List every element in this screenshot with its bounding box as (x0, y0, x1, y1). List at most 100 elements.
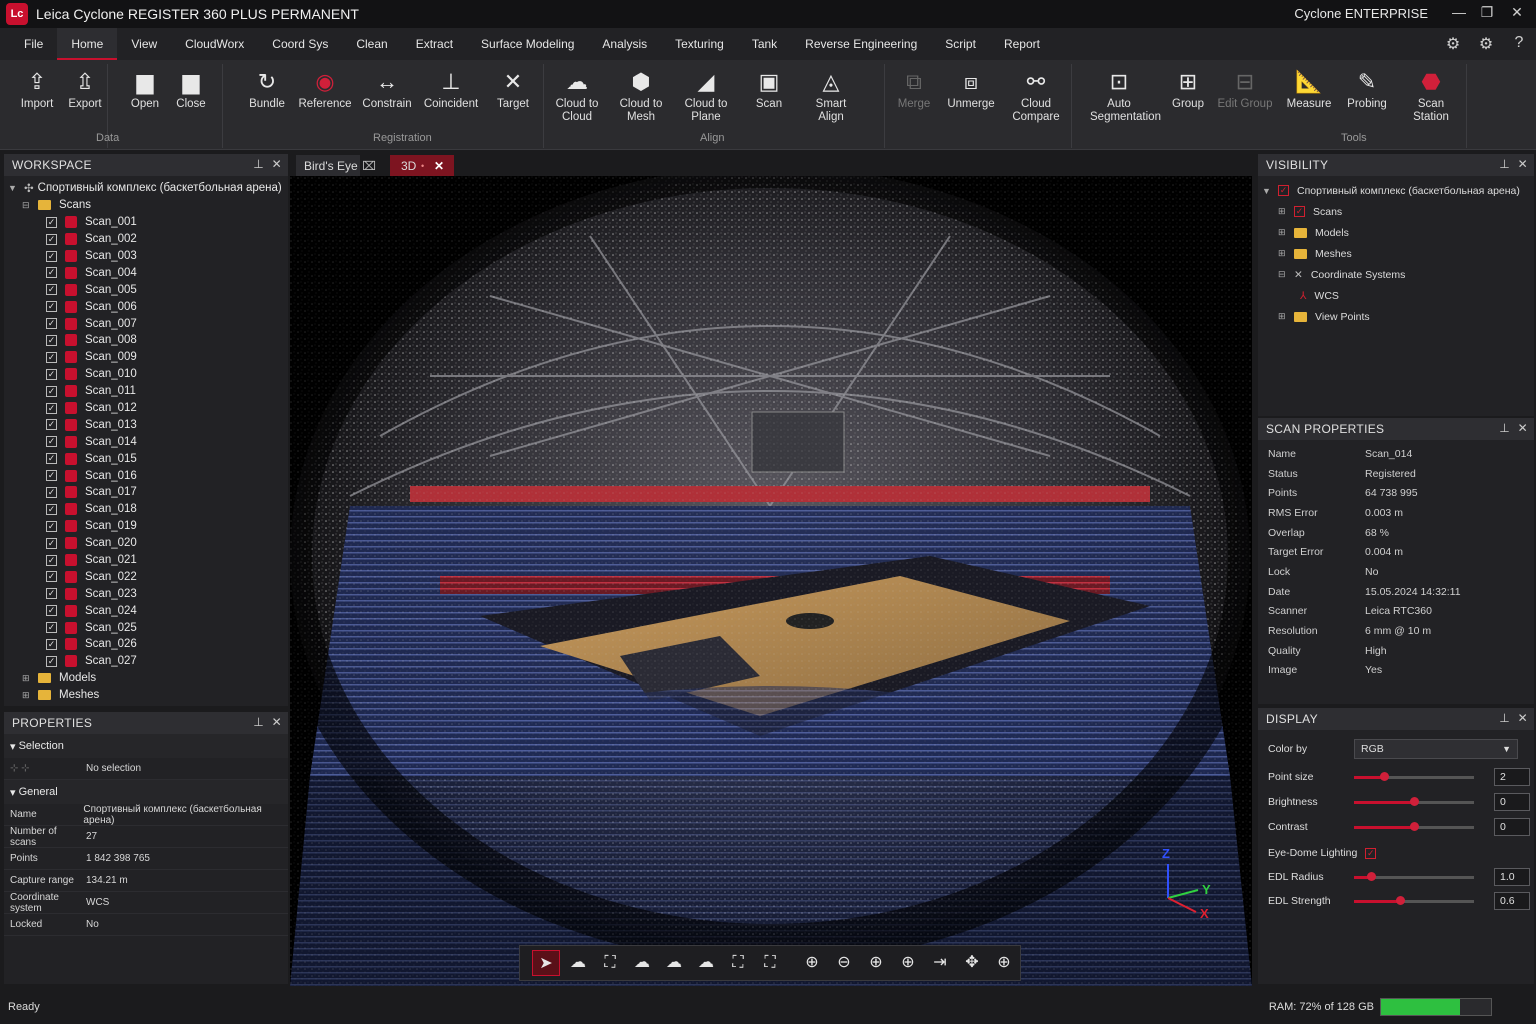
scan-checkbox[interactable]: ✓ (46, 622, 57, 634)
close-icon[interactable]: ✕ (272, 715, 282, 729)
reference-button[interactable]: ◉ Reference (294, 66, 356, 111)
scan-checkbox[interactable]: ✓ (46, 486, 57, 498)
collapse-icon[interactable]: ⊟ (1278, 269, 1288, 280)
tree-scan-item[interactable]: ✓ Scan_026 (8, 636, 288, 653)
scan-checkbox[interactable]: ✓ (46, 588, 57, 600)
tree-scan-item[interactable]: ✓ Scan_017 (8, 484, 288, 501)
expand-icon[interactable]: ⊞ (22, 673, 32, 684)
zoom-window-icon[interactable]: ⊕ (862, 950, 890, 976)
cloud-to-plane-button[interactable]: ◢ Cloud to Plane (675, 66, 737, 124)
visibility-checkbox[interactable]: ✓ (1294, 206, 1305, 217)
restore-icon[interactable]: ❐ (1476, 4, 1498, 24)
menu-view[interactable]: View (117, 28, 171, 60)
edl-strength-slider[interactable] (1354, 895, 1474, 905)
menu-script[interactable]: Script (931, 28, 990, 60)
tree-scan-item[interactable]: ✓ Scan_025 (8, 619, 288, 636)
select-icon[interactable]: ➤ (532, 950, 560, 976)
menu-coord-sys[interactable]: Coord Sys (258, 28, 342, 60)
expand-icon[interactable]: ⊞ (1278, 248, 1288, 259)
tree-scan-item[interactable]: ✓ Scan_009 (8, 349, 288, 366)
menu-report[interactable]: Report (990, 28, 1054, 60)
menu-extract[interactable]: Extract (402, 28, 467, 60)
menu-home[interactable]: Home (57, 28, 118, 60)
visibility-project-row[interactable]: ▼ ✓ Спортивный комплекс (баскетбольная а… (1262, 180, 1534, 201)
tree-scan-item[interactable]: ✓ Scan_016 (8, 467, 288, 484)
tree-scan-item[interactable]: ✓ Scan_006 (8, 298, 288, 315)
tree-scan-item[interactable]: ✓ Scan_004 (8, 264, 288, 281)
slider-handle[interactable] (1380, 771, 1389, 781)
menu-analysis[interactable]: Analysis (588, 28, 661, 60)
unmerge-button[interactable]: ⧈ Unmerge (940, 66, 1002, 111)
cloud-to-cloud-button[interactable]: ☁ Cloud to Cloud (546, 66, 608, 124)
collapse-icon[interactable]: ⊟ (22, 200, 32, 211)
scan-checkbox[interactable]: ✓ (46, 436, 57, 448)
scan-checkbox[interactable]: ✓ (46, 351, 57, 363)
cloud-select-icon[interactable]: ☁ (628, 950, 656, 976)
edl-checkbox[interactable]: ✓ (1365, 847, 1377, 859)
help-icon[interactable]: ? (1508, 34, 1530, 56)
brightness-slider[interactable] (1354, 796, 1474, 806)
scan-checkbox[interactable]: ✓ (46, 334, 57, 346)
tree-scan-item[interactable]: ✓ Scan_019 (8, 518, 288, 535)
collapse-icon[interactable]: ▼ (8, 183, 18, 193)
tab-birds-eye[interactable]: Bird's Eye ⌧ (296, 155, 376, 177)
cloud-zoom-icon[interactable]: ☁ (692, 950, 720, 976)
visibility-row-view-points[interactable]: ⊞ View Points (1262, 306, 1534, 327)
slider-handle[interactable] (1410, 796, 1419, 806)
coincident-button[interactable]: ⊥ Coincident (420, 66, 482, 111)
menu-surface-modeling[interactable]: Surface Modeling (467, 28, 588, 60)
scan-checkbox[interactable]: ✓ (46, 216, 57, 228)
tree-scan-item[interactable]: ✓ Scan_018 (8, 501, 288, 518)
pan-icon[interactable]: ✥ (958, 950, 986, 976)
menu-file[interactable]: File (10, 28, 57, 60)
menu-reverse-engineering[interactable]: Reverse Engineering (791, 28, 931, 60)
visibility-row-meshes[interactable]: ⊞ Meshes (1262, 243, 1534, 264)
smart-align-button[interactable]: ◬ Smart Align (800, 66, 862, 124)
tree-scans-folder[interactable]: ⊟ Scans (8, 197, 288, 214)
scan-checkbox[interactable]: ✓ (46, 638, 57, 650)
target-button[interactable]: ✕ Target (482, 66, 544, 111)
measure-button[interactable]: 📐 Measure (1278, 66, 1340, 111)
visibility-row-scans[interactable]: ⊞ ✓ Scans (1262, 201, 1534, 222)
close-icon[interactable]: ✕ (1506, 4, 1528, 24)
constrain-button[interactable]: ↔ Constrain (356, 66, 418, 111)
tree-scan-item[interactable]: ✓ Scan_011 (8, 383, 288, 400)
scan-checkbox[interactable]: ✓ (46, 385, 57, 397)
expand-icon[interactable]: ⛶ (756, 950, 784, 976)
tree-scan-item[interactable]: ✓ Scan_007 (8, 315, 288, 332)
tree-scan-item[interactable]: ✓ Scan_005 (8, 281, 288, 298)
close-icon[interactable]: ✕ (1518, 157, 1528, 171)
tree-scan-item[interactable]: ✓ Scan_010 (8, 366, 288, 383)
tree-scan-item[interactable]: ✓ Scan_014 (8, 433, 288, 450)
general-section[interactable]: ▾ General (4, 780, 288, 804)
tree-scan-item[interactable]: ✓ Scan_013 (8, 416, 288, 433)
close-button[interactable]: ▆ Close (160, 66, 222, 111)
point-size-input[interactable]: 2 (1494, 768, 1530, 786)
visibility-checkbox[interactable]: ✓ (1278, 185, 1289, 196)
menu-clean[interactable]: Clean (342, 28, 401, 60)
zoom-in-icon[interactable]: ⊕ (798, 950, 826, 976)
cloud-icon[interactable]: ☁ (564, 950, 592, 976)
scan-checkbox[interactable]: ✓ (46, 250, 57, 262)
tree-scan-item[interactable]: ✓ Scan_015 (8, 450, 288, 467)
tree-scan-item[interactable]: ✓ Scan_003 (8, 248, 288, 265)
tree-scan-item[interactable]: ✓ Scan_022 (8, 568, 288, 585)
scan-checkbox[interactable]: ✓ (46, 571, 57, 583)
edit-group-button[interactable]: ⊟ Edit Group (1214, 66, 1276, 111)
scan-checkbox[interactable]: ✓ (46, 470, 57, 482)
scan-checkbox[interactable]: ✓ (46, 537, 57, 549)
cloud-compare-button[interactable]: ⚯ Cloud Compare (1005, 66, 1067, 124)
scan-checkbox[interactable]: ✓ (46, 368, 57, 380)
collapse-icon[interactable]: ▼ (1262, 186, 1272, 196)
tree-project[interactable]: ▼ ✣ Спортивный комплекс (баскетбольная а… (8, 180, 288, 197)
pin-icon[interactable]: ⊥ (253, 157, 264, 171)
scan-checkbox[interactable]: ✓ (46, 419, 57, 431)
tree-scan-item[interactable]: ✓ Scan_012 (8, 400, 288, 417)
slider-handle[interactable] (1366, 871, 1376, 881)
scan-checkbox[interactable]: ✓ (46, 503, 57, 515)
bundle-button[interactable]: ↻ Bundle (236, 66, 298, 111)
pin-icon[interactable]: ⊥ (1499, 157, 1510, 171)
tree-scan-item[interactable]: ✓ Scan_001 (8, 214, 288, 231)
cloud-search-icon[interactable]: ☁ (660, 950, 688, 976)
zoom-extents-icon[interactable]: ⊕ (894, 950, 922, 976)
